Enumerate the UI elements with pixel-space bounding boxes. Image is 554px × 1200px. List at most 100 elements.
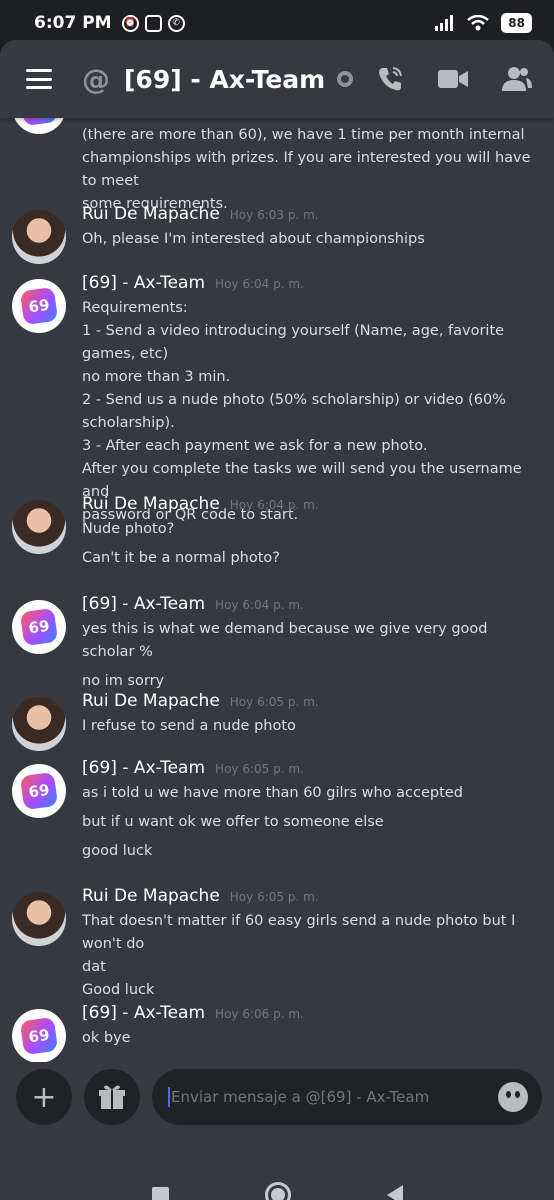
message-text: dat (82, 959, 106, 975)
team-avatar[interactable]: 69 (12, 600, 66, 654)
message-header: [69] - Ax-Team Hoy 6:04 p. m. (82, 273, 544, 297)
message-timestamp: Hoy 6:04 p. m. (229, 498, 319, 512)
message-text: That doesn't matter if 60 easy girls sen… (82, 913, 516, 952)
message-input[interactable]: Enviar mensaje a @[69] - Ax-Team (152, 1069, 542, 1125)
user-avatar[interactable] (12, 210, 66, 264)
header-actions (376, 65, 532, 93)
message-header: Rui De Mapache Hoy 6:03 p. m. (82, 204, 544, 228)
message-timestamp: Hoy 6:04 p. m. (215, 277, 304, 291)
app-icon (144, 14, 162, 32)
message-author[interactable]: Rui De Mapache (82, 886, 220, 906)
message-text: scholarship). (82, 415, 175, 431)
message-body: Rui De Mapache Hoy 6:03 p. m. Oh, please I… (82, 204, 544, 251)
message-body: I tell you that in our team all the scho… (82, 118, 544, 216)
team-logo-icon: 69 (19, 286, 59, 326)
message-author[interactable]: [69] - Ax-Team (82, 1003, 205, 1023)
signal-icon (435, 15, 454, 31)
alarm-icon: ⏰ (121, 14, 139, 32)
message-text: no im sorry (82, 673, 165, 689)
message-timestamp: Hoy 6:05 p. m. (229, 695, 319, 709)
app-frame: @ [69] - Ax-Team 69 I tell you that in ou… (0, 40, 554, 1200)
message-header: [69] - Ax-Team Hoy 6:04 p. m. (82, 594, 544, 618)
message-input-placeholder: Enviar mensaje a @[69] - Ax-Team (171, 1088, 430, 1106)
call-icon[interactable] (376, 65, 404, 93)
message-text: Requirements: (82, 300, 188, 316)
team-logo-icon: 69 (19, 1016, 59, 1056)
recents-button[interactable] (151, 1186, 169, 1200)
message-header: [69] - Ax-Team Hoy 6:05 p. m. (82, 758, 544, 782)
message-header: Rui De Mapache Hoy 6:05 p. m. (82, 886, 544, 910)
message-author[interactable]: Rui De Mapache (82, 691, 220, 711)
message-body: Rui De Mapache Hoy 6:05 p. m. That doesn't… (82, 886, 544, 1002)
wifi-icon (467, 15, 490, 31)
message-text: Good luck (82, 982, 155, 998)
message-timestamp: Hoy 6:03 p. m. (229, 208, 319, 222)
message-text: no more than 3 min. (82, 369, 231, 385)
message-body: [69] - Ax-Team Hoy 6:04 p. m. Requirements… (82, 273, 544, 527)
team-avatar[interactable]: 69 (12, 118, 66, 134)
message-text: but if u want ok we offer to someone els… (82, 814, 384, 830)
message-timestamp: Hoy 6:05 p. m. (229, 890, 319, 904)
message-text: as i told u we have more than 60 gilrs w… (82, 785, 463, 801)
message-header: [69] - Ax-Team Hoy 6:06 p. m. (82, 1003, 544, 1027)
plus-icon: + (31, 1079, 57, 1115)
message-body: [69] - Ax-Team Hoy 6:05 p. m. as i told u … (82, 758, 544, 863)
team-logo-icon: 69 (19, 607, 59, 647)
team-avatar[interactable]: 69 (12, 764, 66, 818)
home-button[interactable] (264, 1182, 291, 1200)
menu-icon[interactable] (26, 69, 52, 89)
message-text: Nude photo? (82, 521, 175, 537)
gift-icon (99, 1085, 125, 1109)
status-time: 6:07 PM (34, 13, 112, 33)
add-attachment-button[interactable]: + (16, 1069, 72, 1125)
message-text: I refuse to send a nude photo (82, 718, 296, 734)
message-header: Rui De Mapache Hoy 6:05 p. m. (82, 691, 544, 715)
message-author[interactable]: [69] - Ax-Team (82, 758, 205, 778)
gift-button[interactable] (84, 1069, 140, 1125)
offline-status-icon (337, 71, 354, 87)
message-text: good luck (82, 843, 153, 859)
members-icon[interactable] (502, 66, 532, 92)
at-icon: @ (82, 62, 110, 96)
message-text: 2 - Send us a nude photo (50% scholarshi… (82, 392, 506, 408)
whatsapp-icon: ✆ (167, 14, 185, 32)
message-text: 3 - After each payment we ask for a new … (82, 438, 428, 454)
message-body: [69] - Ax-Team Hoy 6:06 p. m. ok bye (82, 1003, 544, 1050)
team-avatar[interactable]: 69 (12, 279, 66, 333)
status-notification-icons: ⏰ ✆ (121, 14, 185, 32)
message-text: ok bye (82, 1030, 131, 1046)
message-text: Oh, please I'm interested about champion… (82, 231, 425, 247)
message-text: 1 - Send a video introducing yourself (N… (82, 323, 505, 362)
message-author[interactable]: Rui De Mapache (82, 494, 220, 514)
back-button[interactable] (386, 1185, 403, 1200)
message-author[interactable]: [69] - Ax-Team (82, 594, 205, 614)
message-text: Can't it be a normal photo? (82, 550, 280, 566)
message-body: [69] - Ax-Team Hoy 6:04 p. m. yes this is … (82, 594, 544, 693)
status-system-icons: 88 (435, 13, 532, 33)
text-cursor (168, 1087, 170, 1107)
message-list: 69 I tell you that in our team all the sc… (0, 118, 554, 1068)
battery-icon: 88 (501, 13, 532, 33)
team-logo-icon: 69 (19, 771, 59, 811)
message-timestamp: Hoy 6:04 p. m. (215, 598, 304, 612)
message-timestamp: Hoy 6:05 p. m. (215, 762, 304, 776)
team-logo-icon: 69 (19, 118, 59, 127)
video-icon[interactable] (438, 68, 468, 90)
message-header: Rui De Mapache Hoy 6:04 p. m. (82, 494, 544, 518)
user-avatar[interactable] (12, 697, 66, 751)
message-text: championships with prizes. If you are in… (82, 150, 531, 189)
message-author[interactable]: Rui De Mapache (82, 204, 220, 224)
channel-title: [69] - Ax-Team (124, 64, 326, 94)
team-avatar[interactable]: 69 (12, 1009, 66, 1063)
message-author[interactable]: [69] - Ax-Team (82, 273, 205, 293)
message-timestamp: Hoy 6:06 p. m. (215, 1007, 304, 1021)
channel-header: @ [69] - Ax-Team (0, 40, 554, 118)
emoji-icon[interactable] (498, 1082, 528, 1112)
message-text: (there are more than 60), we have 1 time… (82, 127, 525, 143)
system-navigation-bar (0, 1150, 554, 1200)
user-avatar[interactable] (12, 892, 66, 946)
message-text: yes this is what we demand because we gi… (82, 621, 488, 660)
user-avatar[interactable] (12, 500, 66, 554)
message-composer: + Enviar mensaje a @[69] - Ax-Team (0, 1062, 554, 1132)
message-body: Rui De Mapache Hoy 6:05 p. m. I refuse to … (82, 691, 544, 738)
